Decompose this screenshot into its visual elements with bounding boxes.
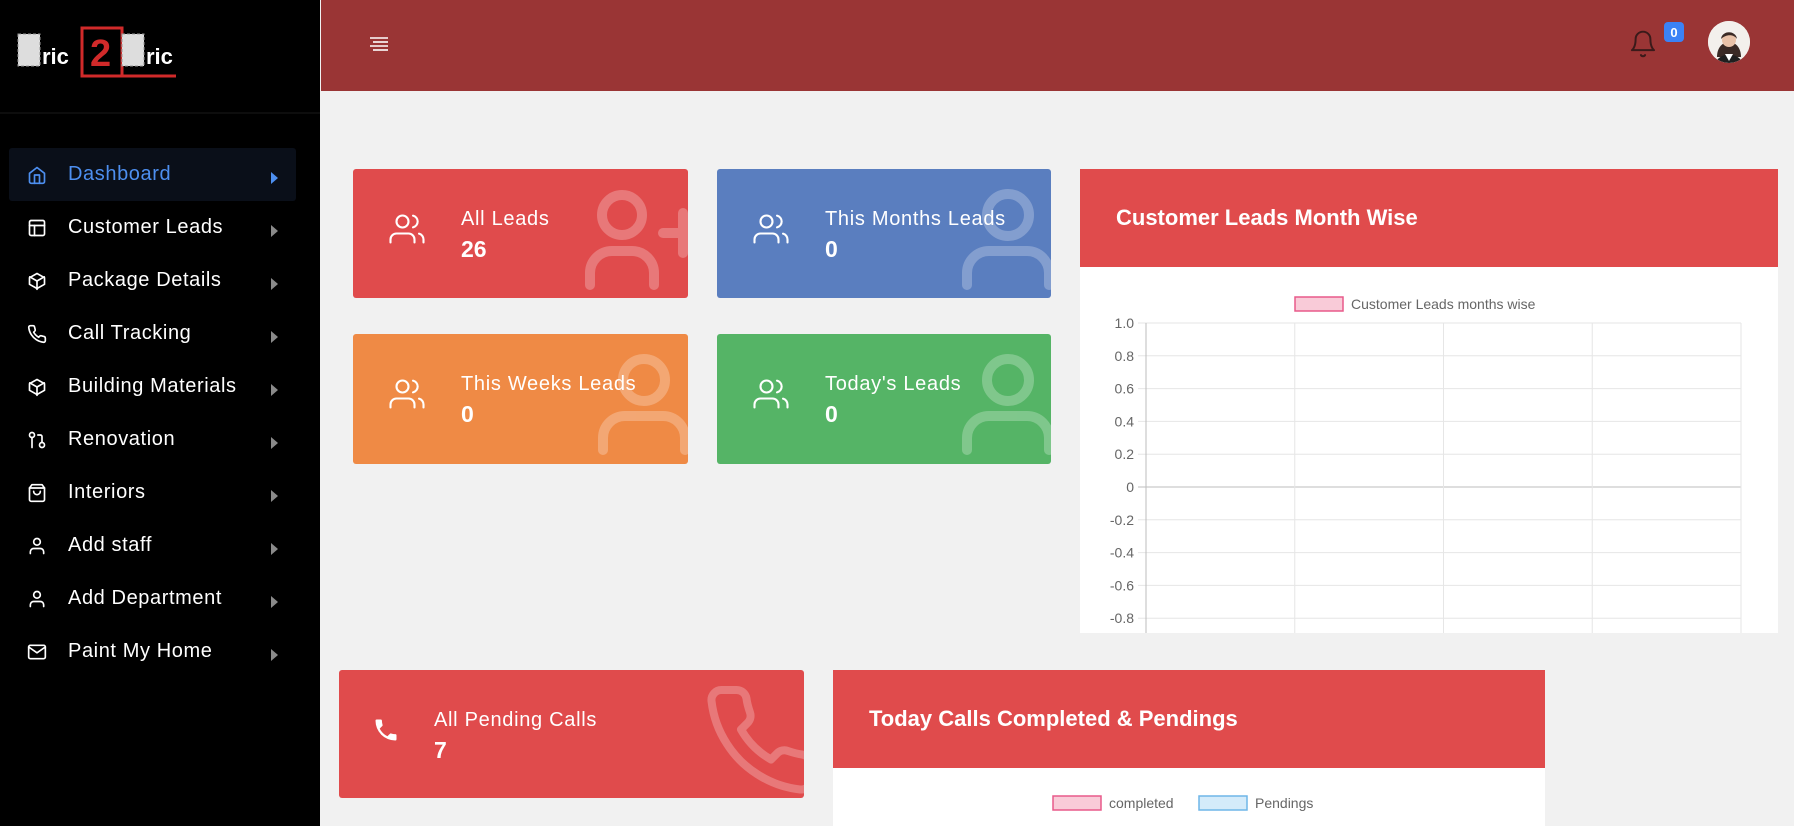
sidebar-nav: Dashboard Customer Leads Package Details… <box>9 148 296 678</box>
user-icon <box>962 354 1051 455</box>
y-tick-label: 0.8 <box>1115 348 1135 364</box>
sidebar-item-label: Customer Leads <box>68 216 224 238</box>
caret-right-icon <box>271 331 278 343</box>
sidebar: ric 2 ric Dashboard Customer Leads Packa… <box>0 0 320 826</box>
card-label: Today's Leads <box>825 373 962 395</box>
notification-badge: 0 <box>1664 22 1684 42</box>
mail-icon <box>26 641 48 663</box>
all-leads-card[interactable]: All Leads 26 <box>353 169 688 298</box>
user-plus-icon <box>585 190 688 290</box>
card-value: 7 <box>434 737 447 763</box>
sidebar-item-building-materials[interactable]: Building Materials <box>9 360 296 413</box>
users-icon <box>389 214 425 244</box>
y-tick-label: -0.4 <box>1110 545 1134 561</box>
sidebar-item-label: Call Tracking <box>68 322 192 344</box>
sidebar-item-renovation[interactable]: Renovation <box>9 413 296 466</box>
top-bar: 0 <box>321 0 1794 91</box>
users-icon <box>753 214 789 244</box>
y-tick-label: -0.6 <box>1110 577 1134 593</box>
users-icon <box>753 379 789 409</box>
y-tick-label: 0.2 <box>1115 446 1135 462</box>
user-avatar[interactable] <box>1708 21 1750 63</box>
caret-right-icon <box>271 225 278 237</box>
legend-label[interactable]: Customer Leads months wise <box>1351 296 1536 312</box>
this-weeks-leads-card[interactable]: This Weeks Leads 0 <box>353 334 688 464</box>
caret-right-icon <box>271 596 278 608</box>
card-value: 0 <box>461 401 474 427</box>
home-icon <box>26 164 48 186</box>
caret-right-icon <box>271 649 278 661</box>
sidebar-item-label: Add Department <box>68 587 223 609</box>
user-icon <box>962 189 1051 290</box>
legend-label[interactable]: Pendings <box>1255 795 1313 811</box>
sidebar-item-label: Package Details <box>68 269 222 291</box>
y-tick-label: 0.4 <box>1115 413 1135 429</box>
sidebar-item-label: Renovation <box>68 428 176 450</box>
sidebar-item-call-tracking[interactable]: Call Tracking <box>9 307 296 360</box>
y-tick-label: 0.6 <box>1115 381 1135 397</box>
y-tick-label: 0 <box>1126 479 1134 495</box>
sidebar-item-dashboard[interactable]: Dashboard <box>9 148 296 201</box>
sidebar-item-label: Building Materials <box>68 375 237 397</box>
sidebar-item-label: Add staff <box>68 534 152 556</box>
card-value: 26 <box>461 236 487 262</box>
y-tick-label: -0.8 <box>1110 610 1134 626</box>
caret-right-icon <box>271 172 278 184</box>
user-icon <box>26 535 48 557</box>
card-value: 0 <box>825 236 838 262</box>
legend-swatch[interactable] <box>1052 795 1102 811</box>
caret-right-icon <box>271 384 278 396</box>
box-icon <box>26 376 48 398</box>
card-label: All Leads <box>461 208 550 230</box>
legend-label[interactable]: completed <box>1109 795 1174 811</box>
legend-swatch[interactable] <box>1198 795 1248 811</box>
all-pending-calls-card[interactable]: All Pending Calls 7 <box>339 670 804 798</box>
svg-text:2: 2 <box>90 33 111 75</box>
caret-right-icon <box>271 278 278 290</box>
caret-right-icon <box>271 490 278 502</box>
panel-title: Customer Leads Month Wise <box>1080 169 1778 267</box>
customer-leads-chart-panel: Customer Leads Month Wise Customer Leads… <box>1080 169 1778 633</box>
brand-logo[interactable]: ric 2 ric <box>16 26 180 80</box>
today-calls-chart: completed Pendings <box>1052 795 1313 811</box>
card-label: All Pending Calls <box>434 709 598 731</box>
sidebar-item-add-staff[interactable]: Add staff <box>9 519 296 572</box>
sidebar-item-add-department[interactable]: Add Department <box>9 572 296 625</box>
svg-text:ric: ric <box>42 44 69 69</box>
sidebar-item-label: Paint My Home <box>68 640 213 662</box>
legend-swatch[interactable] <box>1294 296 1344 312</box>
y-tick-label: 1.0 <box>1115 315 1135 331</box>
user-icon <box>26 588 48 610</box>
layout-icon <box>26 217 48 239</box>
phone-filled-icon <box>375 719 397 741</box>
bell-icon[interactable] <box>1628 28 1658 60</box>
customer-leads-chart: Customer Leads months wise 1.0 0.8 0.6 0.4 0.… <box>1110 296 1742 633</box>
panel-title: Today Calls Completed & Pendings <box>833 670 1545 768</box>
sidebar-item-label: Interiors <box>68 481 146 503</box>
card-value: 0 <box>825 401 838 427</box>
y-tick-label: -0.2 <box>1110 512 1134 528</box>
phone-watermark-icon <box>707 685 804 794</box>
user-icon <box>598 354 688 455</box>
caret-right-icon <box>271 437 278 449</box>
svg-text:ric: ric <box>146 44 173 69</box>
git-pull-icon <box>26 429 48 451</box>
caret-right-icon <box>271 543 278 555</box>
today-calls-chart-panel: Today Calls Completed & Pendings complet… <box>833 670 1545 826</box>
shopping-bag-icon <box>26 482 48 504</box>
users-icon <box>389 379 425 409</box>
menu-toggle-icon[interactable] <box>370 36 390 52</box>
sidebar-item-customer-leads[interactable]: Customer Leads <box>9 201 296 254</box>
todays-leads-card[interactable]: Today's Leads 0 <box>717 334 1051 464</box>
phone-icon <box>26 323 48 345</box>
logo-divider <box>0 112 320 114</box>
box-icon <box>26 270 48 292</box>
sidebar-item-interiors[interactable]: Interiors <box>9 466 296 519</box>
sidebar-item-paint-my-home[interactable]: Paint My Home <box>9 625 296 678</box>
sidebar-item-label: Dashboard <box>68 163 172 185</box>
this-months-leads-card[interactable]: This Months Leads 0 <box>717 169 1051 298</box>
sidebar-item-package-details[interactable]: Package Details <box>9 254 296 307</box>
